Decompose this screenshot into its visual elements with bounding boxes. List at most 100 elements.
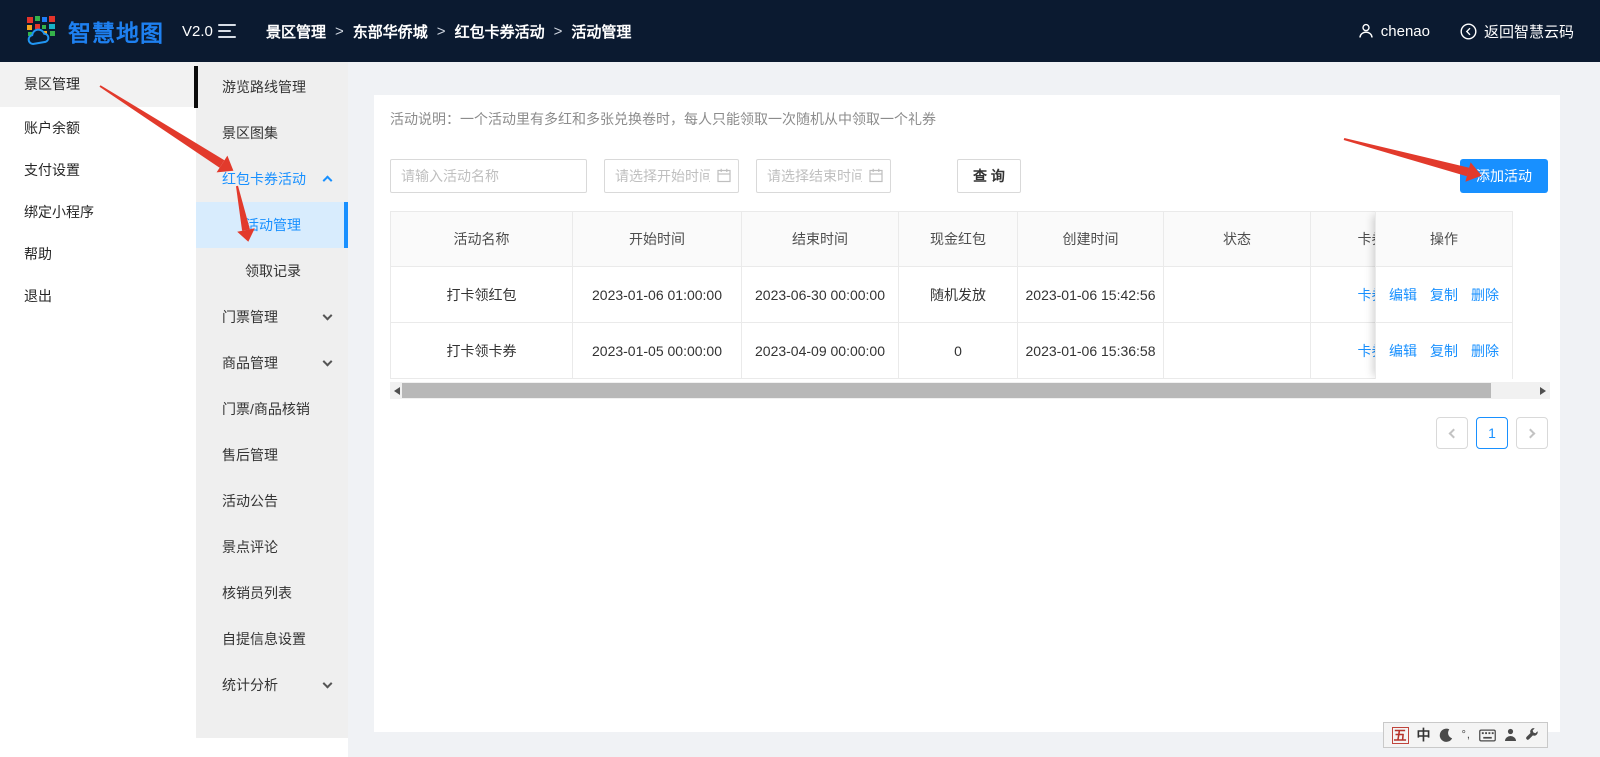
submenu-item-redpacket-coupon-activity[interactable]: 红包卡券活动 (196, 156, 348, 202)
scrollbar-thumb[interactable] (402, 383, 1491, 398)
actions-cell: 编辑 复制 删除 (1376, 323, 1512, 379)
submenu-label: 核销员列表 (222, 583, 292, 603)
user-menu[interactable]: chenao (1358, 23, 1430, 40)
ime-language-icon[interactable]: 中 (1417, 725, 1431, 745)
return-icon (1460, 23, 1477, 40)
submenu-label: 游览路线管理 (222, 77, 306, 97)
table-row: 打卡领卡券 2023-01-05 00:00:00 2023-04-09 00:… (391, 323, 1514, 379)
submenu-label: 自提信息设置 (222, 629, 306, 649)
end-time-input[interactable] (756, 159, 891, 193)
activity-table-container: 活动名称 开始时间 结束时间 现金红包 创建时间 状态 卡券管理 打卡领红包 2… (390, 211, 1513, 379)
top-navbar: 智慧地图 V2.0 景区管理 > 东部华侨城 > 红包卡券活动 > 活动管理 c… (0, 0, 1600, 62)
start-time-input[interactable] (604, 159, 739, 193)
ime-wubi-icon[interactable]: 五 (1392, 727, 1409, 744)
content-card: 活动说明：一个活动里有多红和多张兑换卷时，每人只能领取一次随机从中领取一个礼券 (374, 95, 1560, 732)
copy-link[interactable]: 复制 (1430, 285, 1458, 305)
navbar-right: chenao 返回智慧云码 (1358, 21, 1574, 42)
sidebar-item-help[interactable]: 帮助 (0, 233, 196, 275)
submenu-item-product-management[interactable]: 商品管理 (196, 340, 348, 386)
submenu-item-activity-management[interactable]: 活动管理 (196, 202, 348, 248)
app-logo-icon (26, 15, 58, 47)
edit-link[interactable]: 编辑 (1389, 285, 1417, 305)
chevron-up-icon (323, 175, 333, 185)
activity-table: 活动名称 开始时间 结束时间 现金红包 创建时间 状态 卡券管理 打卡领红包 2… (390, 211, 1513, 379)
return-cloud-button[interactable]: 返回智慧云码 (1460, 21, 1574, 42)
chevron-down-icon (323, 679, 333, 689)
menu-fold-icon[interactable] (218, 24, 238, 38)
sidebar-scrollbar-thumb[interactable] (194, 66, 198, 108)
pagination: 1 (374, 417, 1548, 449)
user-icon (1358, 23, 1374, 39)
cell-end-time: 2023-06-30 00:00:00 (742, 267, 899, 323)
submenu-item-activity-announcements[interactable]: 活动公告 (196, 478, 348, 524)
cell-activity-name: 打卡领卡券 (391, 323, 573, 379)
sidebar-item-payment-settings[interactable]: 支付设置 (0, 149, 196, 191)
actions-cell: 编辑 复制 删除 (1376, 267, 1512, 323)
ime-user-icon[interactable] (1504, 728, 1517, 742)
sidebar-item-bind-miniprogram[interactable]: 绑定小程序 (0, 191, 196, 233)
username: chenao (1381, 23, 1430, 40)
table-row: 打卡领红包 2023-01-06 01:00:00 2023-06-30 00:… (391, 267, 1514, 323)
cell-activity-name: 打卡领红包 (391, 267, 573, 323)
breadcrumb: 景区管理 > 东部华侨城 > 红包卡券活动 > 活动管理 (266, 21, 631, 42)
table-header-row: 活动名称 开始时间 结束时间 现金红包 创建时间 状态 卡券管理 (391, 212, 1514, 267)
cell-start-time: 2023-01-05 00:00:00 (573, 323, 742, 379)
breadcrumb-item[interactable]: 东部华侨城 (353, 21, 428, 42)
submenu-item-ticket-product-verification[interactable]: 门票/商品核销 (196, 386, 348, 432)
ime-wrench-icon[interactable] (1525, 728, 1539, 742)
submenu-item-pickup-info-settings[interactable]: 自提信息设置 (196, 616, 348, 662)
column-header-status: 状态 (1164, 212, 1311, 267)
submenu-item-ticket-management[interactable]: 门票管理 (196, 294, 348, 340)
ime-fullwidth-moon-icon[interactable] (1439, 728, 1454, 743)
secondary-sidebar-column: 游览路线管理 景区图集 红包卡券活动 活动管理 领取记录 门票管理 商品管理 门… (196, 62, 348, 757)
breadcrumb-item[interactable]: 活动管理 (571, 21, 631, 42)
chevron-down-icon (323, 311, 333, 321)
delete-link[interactable]: 删除 (1471, 341, 1499, 361)
sidebar-item-scenic-management[interactable]: 景区管理 (0, 62, 196, 107)
submenu-item-tour-routes[interactable]: 游览路线管理 (196, 64, 348, 110)
submenu-label: 商品管理 (222, 353, 278, 373)
next-page-button[interactable] (1516, 417, 1548, 449)
submenu-item-aftersales-management[interactable]: 售后管理 (196, 432, 348, 478)
prev-page-button[interactable] (1436, 417, 1468, 449)
chevron-down-icon (323, 357, 333, 367)
ime-punctuation-icon[interactable]: °, (1462, 729, 1471, 741)
submenu-item-verifier-list[interactable]: 核销员列表 (196, 570, 348, 616)
page-number-button[interactable]: 1 (1476, 417, 1508, 449)
submenu-item-spot-comments[interactable]: 景点评论 (196, 524, 348, 570)
column-header-cash: 现金红包 (899, 212, 1018, 267)
sidebar-item-account-balance[interactable]: 账户余额 (0, 107, 196, 149)
submenu-label: 红包卡券活动 (222, 169, 306, 189)
submenu-item-statistics[interactable]: 统计分析 (196, 662, 348, 708)
search-button[interactable]: 查 询 (957, 159, 1021, 193)
chevron-right-icon (1526, 428, 1536, 438)
ime-keyboard-icon[interactable] (1479, 729, 1496, 742)
edit-link[interactable]: 编辑 (1389, 341, 1417, 361)
sidebar-item-logout[interactable]: 退出 (0, 275, 196, 317)
submenu-item-claim-records[interactable]: 领取记录 (196, 248, 348, 294)
delete-link[interactable]: 删除 (1471, 285, 1499, 305)
add-activity-button[interactable]: 添加活动 (1460, 159, 1548, 193)
submenu-label: 景区图集 (222, 123, 278, 143)
primary-sidebar: 景区管理 账户余额 支付设置 绑定小程序 帮助 退出 (0, 62, 196, 757)
scroll-right-arrow[interactable] (1536, 382, 1550, 399)
start-time-picker[interactable] (604, 159, 739, 193)
breadcrumb-separator: > (554, 23, 563, 40)
activity-name-input[interactable] (390, 159, 587, 193)
app-version: V2.0 (182, 23, 213, 40)
cell-cash-redpacket: 0 (899, 323, 1018, 379)
breadcrumb-separator: > (437, 23, 446, 40)
breadcrumb-separator: > (335, 23, 344, 40)
breadcrumb-item[interactable]: 景区管理 (266, 21, 326, 42)
submenu-label: 活动管理 (245, 215, 301, 235)
submenu-label: 门票/商品核销 (222, 399, 310, 419)
copy-link[interactable]: 复制 (1430, 341, 1458, 361)
return-label: 返回智慧云码 (1484, 21, 1574, 42)
breadcrumb-item[interactable]: 红包卡券活动 (455, 21, 545, 42)
submenu-item-scenic-gallery[interactable]: 景区图集 (196, 110, 348, 156)
submenu-label: 景点评论 (222, 537, 278, 557)
column-header-name: 活动名称 (391, 212, 573, 267)
submenu-label: 统计分析 (222, 675, 278, 695)
column-header-created: 创建时间 (1018, 212, 1164, 267)
end-time-picker[interactable] (756, 159, 891, 193)
